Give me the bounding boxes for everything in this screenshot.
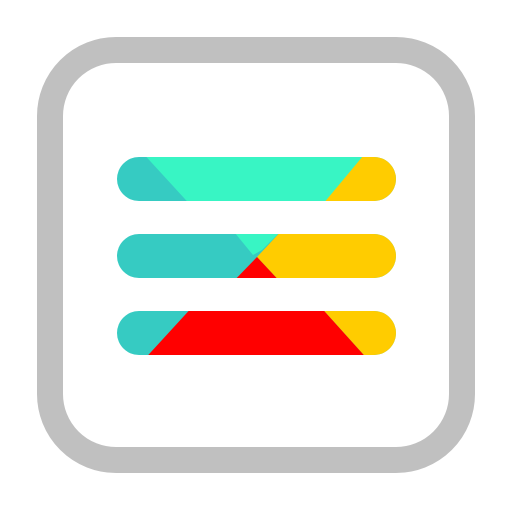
menu-bar-middle [117, 234, 396, 278]
menu-bar-bottom [117, 311, 396, 355]
menu-icon [37, 37, 475, 473]
app-icon [0, 0, 512, 512]
menu-bar-top [117, 157, 396, 201]
